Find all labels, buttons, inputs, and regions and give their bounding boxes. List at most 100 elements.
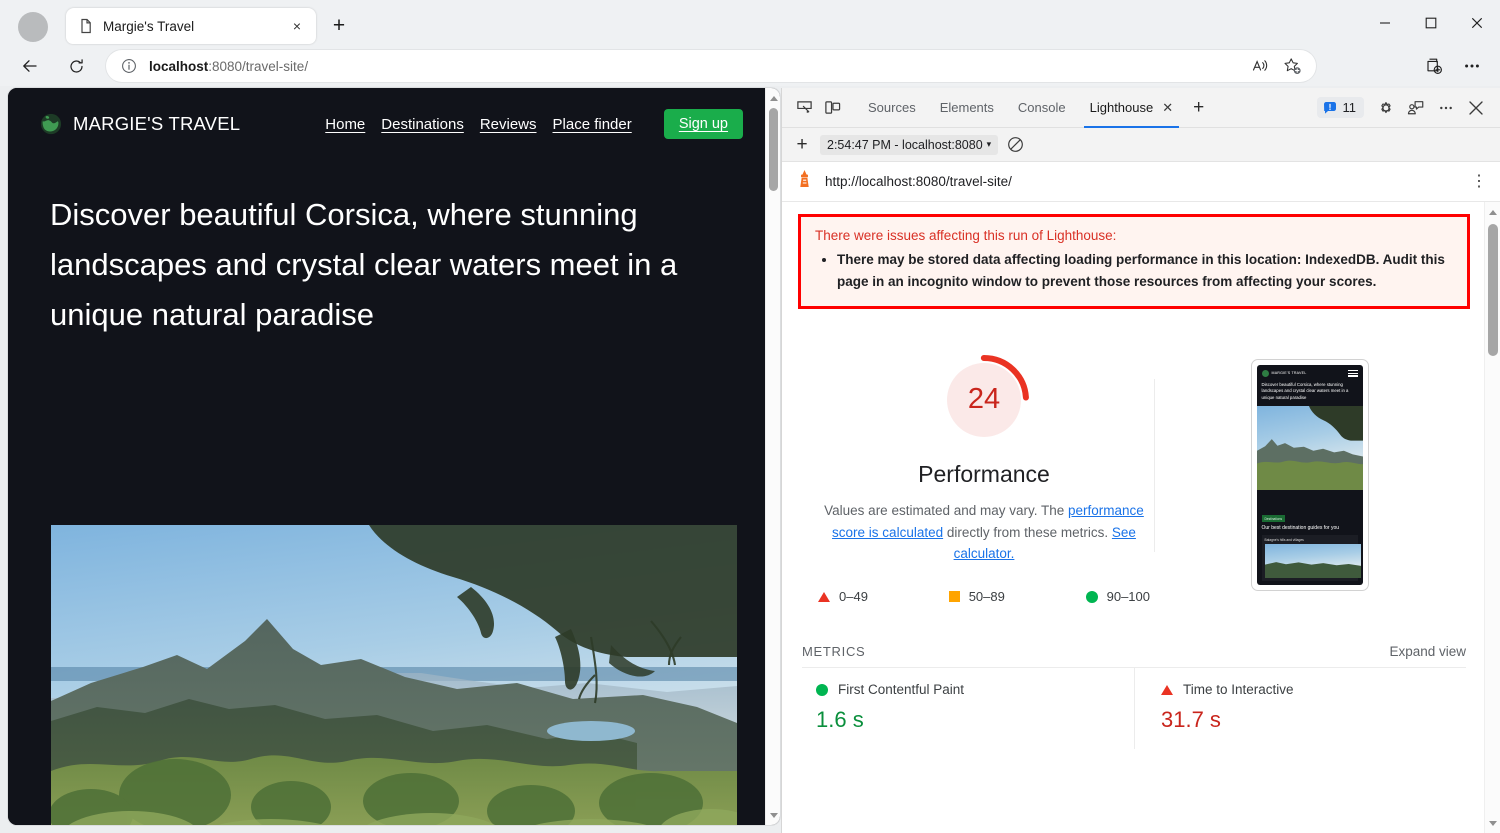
close-icon[interactable] [1454, 0, 1500, 45]
thumbnail-card-image [1264, 544, 1361, 579]
gear-icon[interactable] [1372, 94, 1400, 122]
run-warnings: There were issues affecting this run of … [798, 214, 1470, 309]
site-brand: MARGIE'S TRAVEL [73, 113, 241, 134]
score-description: Values are estimated and may vary. The p… [814, 500, 1154, 566]
browser-window: Margie's Travel × + localhost:8080/trave… [0, 0, 1500, 833]
final-screenshot-column: MARGIE'S TRAVEL Discover beautiful Corsi… [1155, 353, 1464, 605]
scroll-down-icon[interactable] [766, 807, 780, 823]
address-bar-url: localhost:8080/travel-site/ [149, 59, 308, 74]
lighthouse-report-header: http://localhost:8080/travel-site/ ⋮ [782, 162, 1500, 202]
lighthouse-scrollbar-thumb[interactable] [1488, 224, 1498, 356]
thumbnail-hero-image [1256, 405, 1363, 498]
page-scrollbar[interactable] [765, 88, 780, 825]
hero-image [51, 525, 737, 825]
more-settings-icon[interactable] [1456, 50, 1488, 82]
hero-heading: Discover beautiful Corsica, where stunni… [50, 197, 678, 333]
travel-site-page: MARGIE'S TRAVEL Home Destinations Review… [8, 88, 765, 825]
circle-icon [816, 683, 828, 696]
browser-tab[interactable]: Margie's Travel × [66, 8, 316, 44]
metric-time-to-interactive[interactable]: Time to Interactive 31.7 s [1134, 667, 1466, 750]
run-warnings-title: There were issues affecting this run of … [815, 228, 1117, 243]
page-scrollbar-thumb[interactable] [769, 108, 778, 191]
new-tab-button[interactable]: + [325, 11, 353, 39]
lighthouse-report-body: There were issues affecting this run of … [782, 202, 1500, 833]
expand-view-toggle[interactable]: Expand view [1389, 644, 1466, 659]
metrics-grid: First Contentful Paint 1.6 s Time to Int… [802, 667, 1466, 750]
triangle-icon [818, 591, 830, 602]
issues-count: 11 [1342, 100, 1357, 115]
more-actions-icon[interactable]: ⋮ [1470, 173, 1488, 189]
legend-range-fail: 0–49 [839, 589, 868, 605]
lighthouse-run-bar: + 2:54:47 PM - localhost:8080 ▾ [782, 128, 1500, 162]
read-aloud-icon[interactable] [1246, 52, 1274, 80]
back-arrow-icon[interactable] [14, 50, 46, 82]
issues-badge[interactable]: 11 [1316, 97, 1364, 118]
tab-lighthouse-close-icon[interactable]: ✕ [1162, 100, 1173, 116]
tab-lighthouse[interactable]: Lighthouse ✕ [1078, 88, 1186, 128]
add-panel-button[interactable]: + [1185, 98, 1212, 117]
document-icon [78, 18, 94, 34]
tab-lighthouse-label: Lighthouse [1089, 100, 1154, 115]
nav-link-home[interactable]: Home [325, 116, 365, 133]
nav-link-place-finder[interactable]: Place finder [553, 116, 632, 133]
tab-close-icon[interactable]: × [286, 15, 308, 37]
run-selector-label: 2:54:47 PM - localhost:8080 [827, 137, 983, 152]
scroll-up-icon[interactable] [766, 90, 780, 106]
profile-avatar[interactable] [18, 12, 48, 42]
minimize-icon[interactable] [1362, 0, 1408, 45]
feedback-icon[interactable] [1402, 94, 1430, 122]
thumbnail-card: Balagne's hills and villages [1261, 535, 1361, 582]
device-toolbar-icon[interactable] [818, 94, 846, 122]
tab-elements-label: Elements [939, 100, 994, 115]
reload-icon[interactable] [60, 50, 92, 82]
metrics-label: METRICS [802, 644, 866, 660]
info-icon[interactable] [118, 55, 140, 77]
close-devtools-icon[interactable] [1462, 94, 1490, 122]
legend-item-average: 50–89 [948, 589, 1005, 605]
new-audit-button[interactable]: + [790, 135, 814, 154]
final-screenshot: MARGIE'S TRAVEL Discover beautiful Corsi… [1250, 358, 1369, 591]
issues-icon [1323, 101, 1337, 115]
add-favorite-icon[interactable] [1278, 52, 1306, 80]
tab-console[interactable]: Console [1006, 88, 1078, 128]
window-controls [1362, 0, 1500, 45]
run-warnings-list: There may be stored data affecting loadi… [837, 249, 1453, 293]
circle-icon [1085, 590, 1098, 603]
maximize-icon[interactable] [1408, 0, 1454, 45]
chevron-down-icon: ▾ [986, 139, 992, 149]
score-desc-pre: Values are estimated and may vary. The [824, 502, 1069, 518]
scroll-up-icon[interactable] [1485, 204, 1500, 220]
address-bar[interactable]: localhost:8080/travel-site/ [106, 50, 1316, 82]
clear-all-icon[interactable] [1004, 134, 1026, 156]
metric-name: Time to Interactive [1183, 682, 1294, 698]
site-logo[interactable]: MARGIE'S TRAVEL [40, 113, 240, 135]
site-header: MARGIE'S TRAVEL Home Destinations Review… [8, 88, 765, 160]
hamburger-icon [1347, 369, 1358, 377]
browser-toolbar-right [1418, 50, 1488, 82]
sign-up-button[interactable]: Sign up [663, 109, 743, 139]
metric-first-contentful-paint[interactable]: First Contentful Paint 1.6 s [802, 667, 1134, 749]
legend-range-average: 50–89 [968, 589, 1005, 605]
url-path: :8080/travel-site/ [208, 58, 309, 74]
score-section: 24 Performance Values are estimated and … [782, 309, 1484, 605]
lighthouse-scroll-area: There were issues affecting this run of … [782, 202, 1484, 833]
lighthouse-scrollbar[interactable] [1484, 202, 1500, 833]
run-warning-item: There may be stored data affecting loadi… [837, 249, 1453, 293]
tab-sources[interactable]: Sources [856, 88, 928, 128]
nav-link-destinations[interactable]: Destinations [381, 116, 464, 133]
page-viewport: MARGIE'S TRAVEL Home Destinations Review… [8, 88, 780, 825]
thumbnail-brand: MARGIE'S TRAVEL [1271, 371, 1307, 376]
tab-strip: Margie's Travel × + [0, 0, 1500, 45]
score-desc-mid: directly from these metrics. [943, 524, 1112, 540]
inspect-element-icon[interactable] [790, 94, 818, 122]
more-options-icon[interactable] [1432, 94, 1460, 122]
nav-link-reviews[interactable]: Reviews [480, 116, 537, 133]
performance-gauge: 24 [937, 353, 1031, 447]
score-legend: 0–49 50–89 90–100 [814, 589, 1154, 604]
url-host: localhost [149, 58, 209, 74]
collections-icon[interactable] [1418, 50, 1450, 82]
run-selector[interactable]: 2:54:47 PM - localhost:8080 ▾ [820, 134, 999, 155]
scroll-down-icon[interactable] [1485, 815, 1500, 831]
thumbnail-section-heading: Our best destination guides for you [1261, 525, 1340, 532]
tab-elements[interactable]: Elements [928, 88, 1006, 128]
